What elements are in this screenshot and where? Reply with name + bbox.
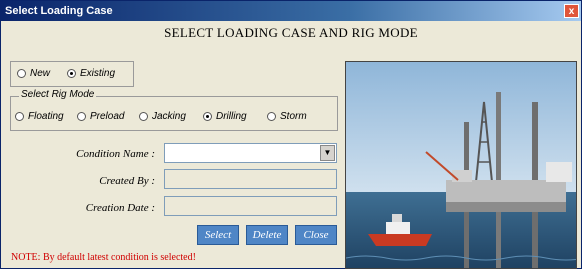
radio-existing-indicator[interactable] [67,68,76,78]
radio-jacking[interactable]: Jacking [139,111,186,122]
select-loading-case-window: Select Loading Case x SELECT LOADING CAS… [0,0,582,269]
close-button[interactable]: Close [295,225,337,245]
radio-drilling[interactable]: Drilling [203,111,247,122]
rig-photo [345,61,577,269]
chevron-down-icon[interactable]: ▼ [320,145,335,161]
rig-illustration [346,62,576,268]
default-note: NOTE: By default latest condition is sel… [11,252,196,263]
radio-preload-label: Preload [90,111,125,122]
close-icon[interactable]: x [564,4,579,18]
radio-jacking-indicator[interactable] [139,111,148,121]
radio-new[interactable]: New [17,68,50,79]
radio-drilling-indicator[interactable] [203,111,212,121]
radio-preload-indicator[interactable] [77,111,86,121]
delete-button[interactable]: Delete [246,225,288,245]
radio-jacking-label: Jacking [152,111,186,122]
case-type-group: New Existing [10,61,134,87]
select-button[interactable]: Select [197,225,239,245]
radio-drilling-label: Drilling [216,111,247,122]
radio-floating[interactable]: Floating [15,111,64,122]
window-title: Select Loading Case [5,5,113,17]
creation-date-field [164,196,337,216]
radio-new-indicator[interactable] [17,68,26,78]
condition-name-label: Condition Name : [76,148,155,160]
radio-existing[interactable]: Existing [67,68,115,79]
radio-storm[interactable]: Storm [267,111,307,122]
radio-storm-label: Storm [280,111,307,122]
page-title: SELECT LOADING CASE AND RIG MODE [164,25,418,40]
creation-date-label: Creation Date : [85,202,155,214]
title-bar: Select Loading Case x [1,1,581,21]
radio-storm-indicator[interactable] [267,111,276,121]
radio-floating-indicator[interactable] [15,111,24,121]
rig-mode-group: Select Rig Mode Floating Preload Jacking… [10,89,338,131]
radio-floating-label: Floating [28,111,64,122]
created-by-field [164,169,337,189]
radio-existing-label: Existing [80,68,116,79]
radio-new-label: New [30,68,51,79]
condition-name-select[interactable]: ▼ [164,143,337,163]
created-by-label: Created By : [99,175,155,187]
radio-preload[interactable]: Preload [77,111,124,122]
rig-mode-group-label: Select Rig Mode [19,89,97,100]
